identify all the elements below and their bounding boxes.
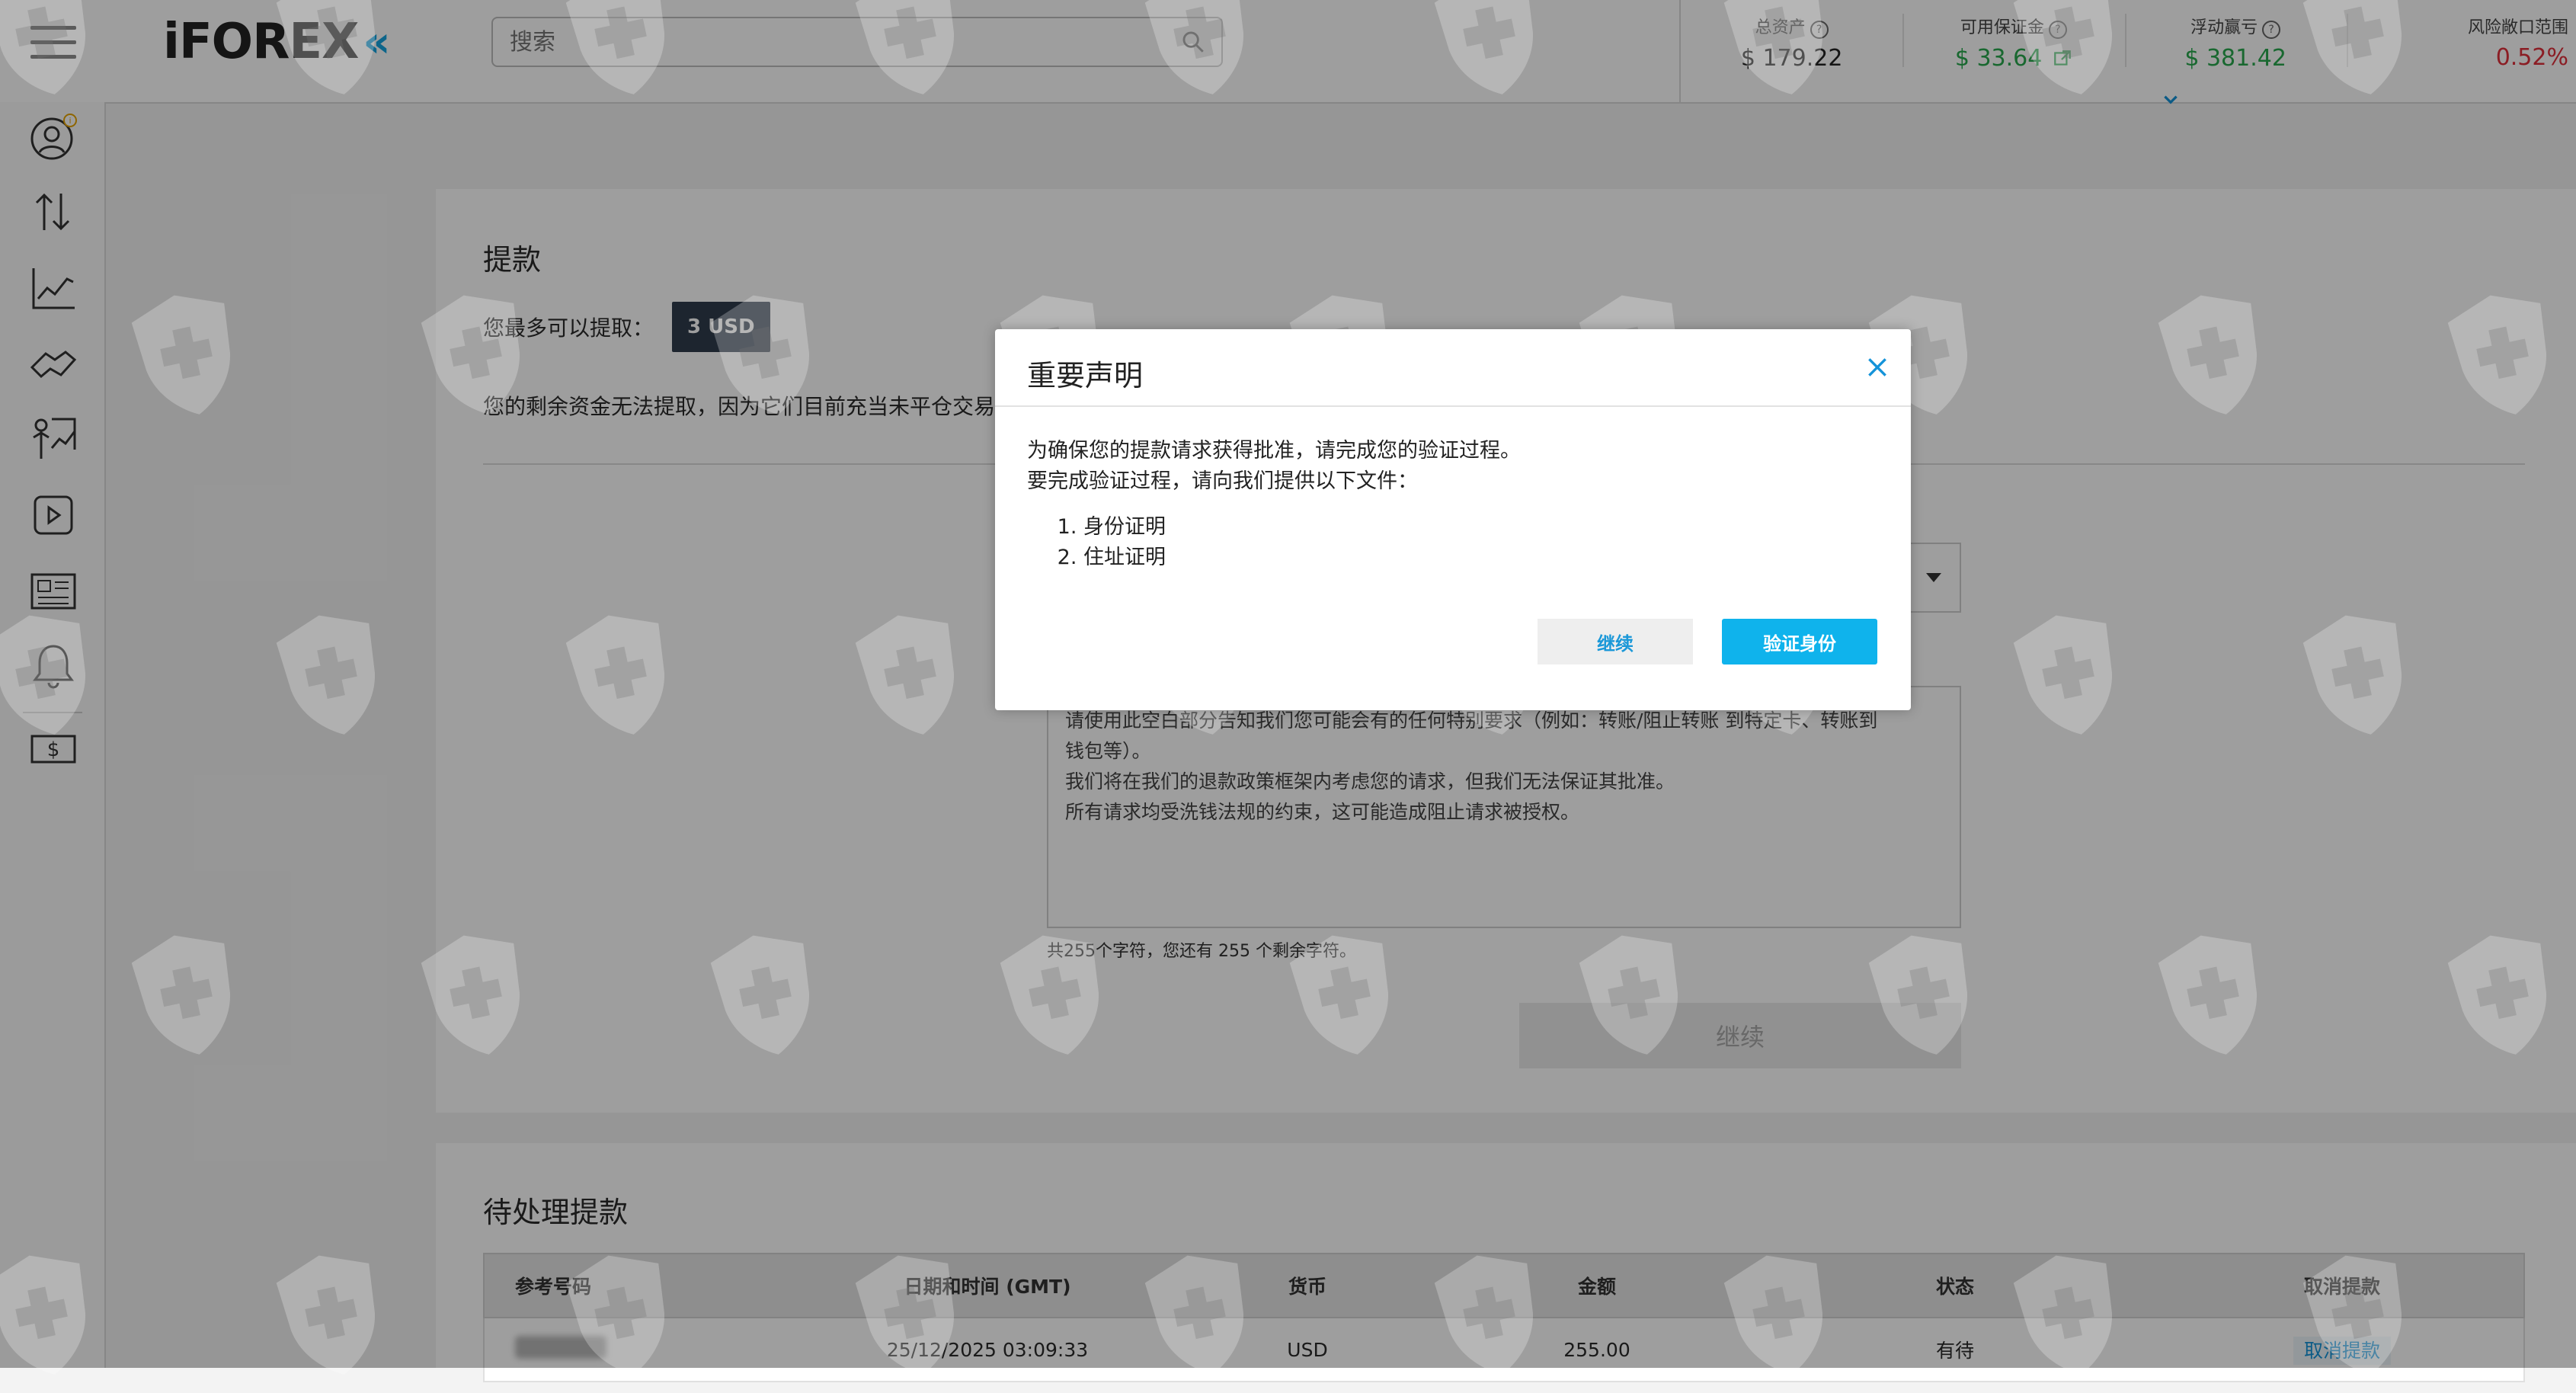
verify-identity-button[interactable]: 验证身份 [1722, 619, 1877, 664]
important-notice-dialog: 重要声明 为确保您的提款请求获得批准，请完成您的验证过程。 要完成验证过程，请向… [995, 329, 1911, 710]
close-icon[interactable] [1865, 355, 1890, 379]
dialog-body: 为确保您的提款请求获得批准，请完成您的验证过程。 要完成验证过程，请向我们提供以… [995, 407, 1911, 573]
dialog-text: 为确保您的提款请求获得批准，请完成您的验证过程。 [1027, 439, 1521, 463]
document-list: 身份证明 住址证明 [1027, 512, 1879, 573]
dialog-title: 重要声明 [1027, 359, 1144, 392]
list-item: 住址证明 [1083, 543, 1879, 573]
list-item: 身份证明 [1083, 512, 1879, 543]
dialog-header: 重要声明 [995, 329, 1911, 407]
dialog-continue-button[interactable]: 继续 [1538, 619, 1693, 664]
dialog-text: 要完成验证过程，请向我们提供以下文件： [1027, 469, 1418, 493]
